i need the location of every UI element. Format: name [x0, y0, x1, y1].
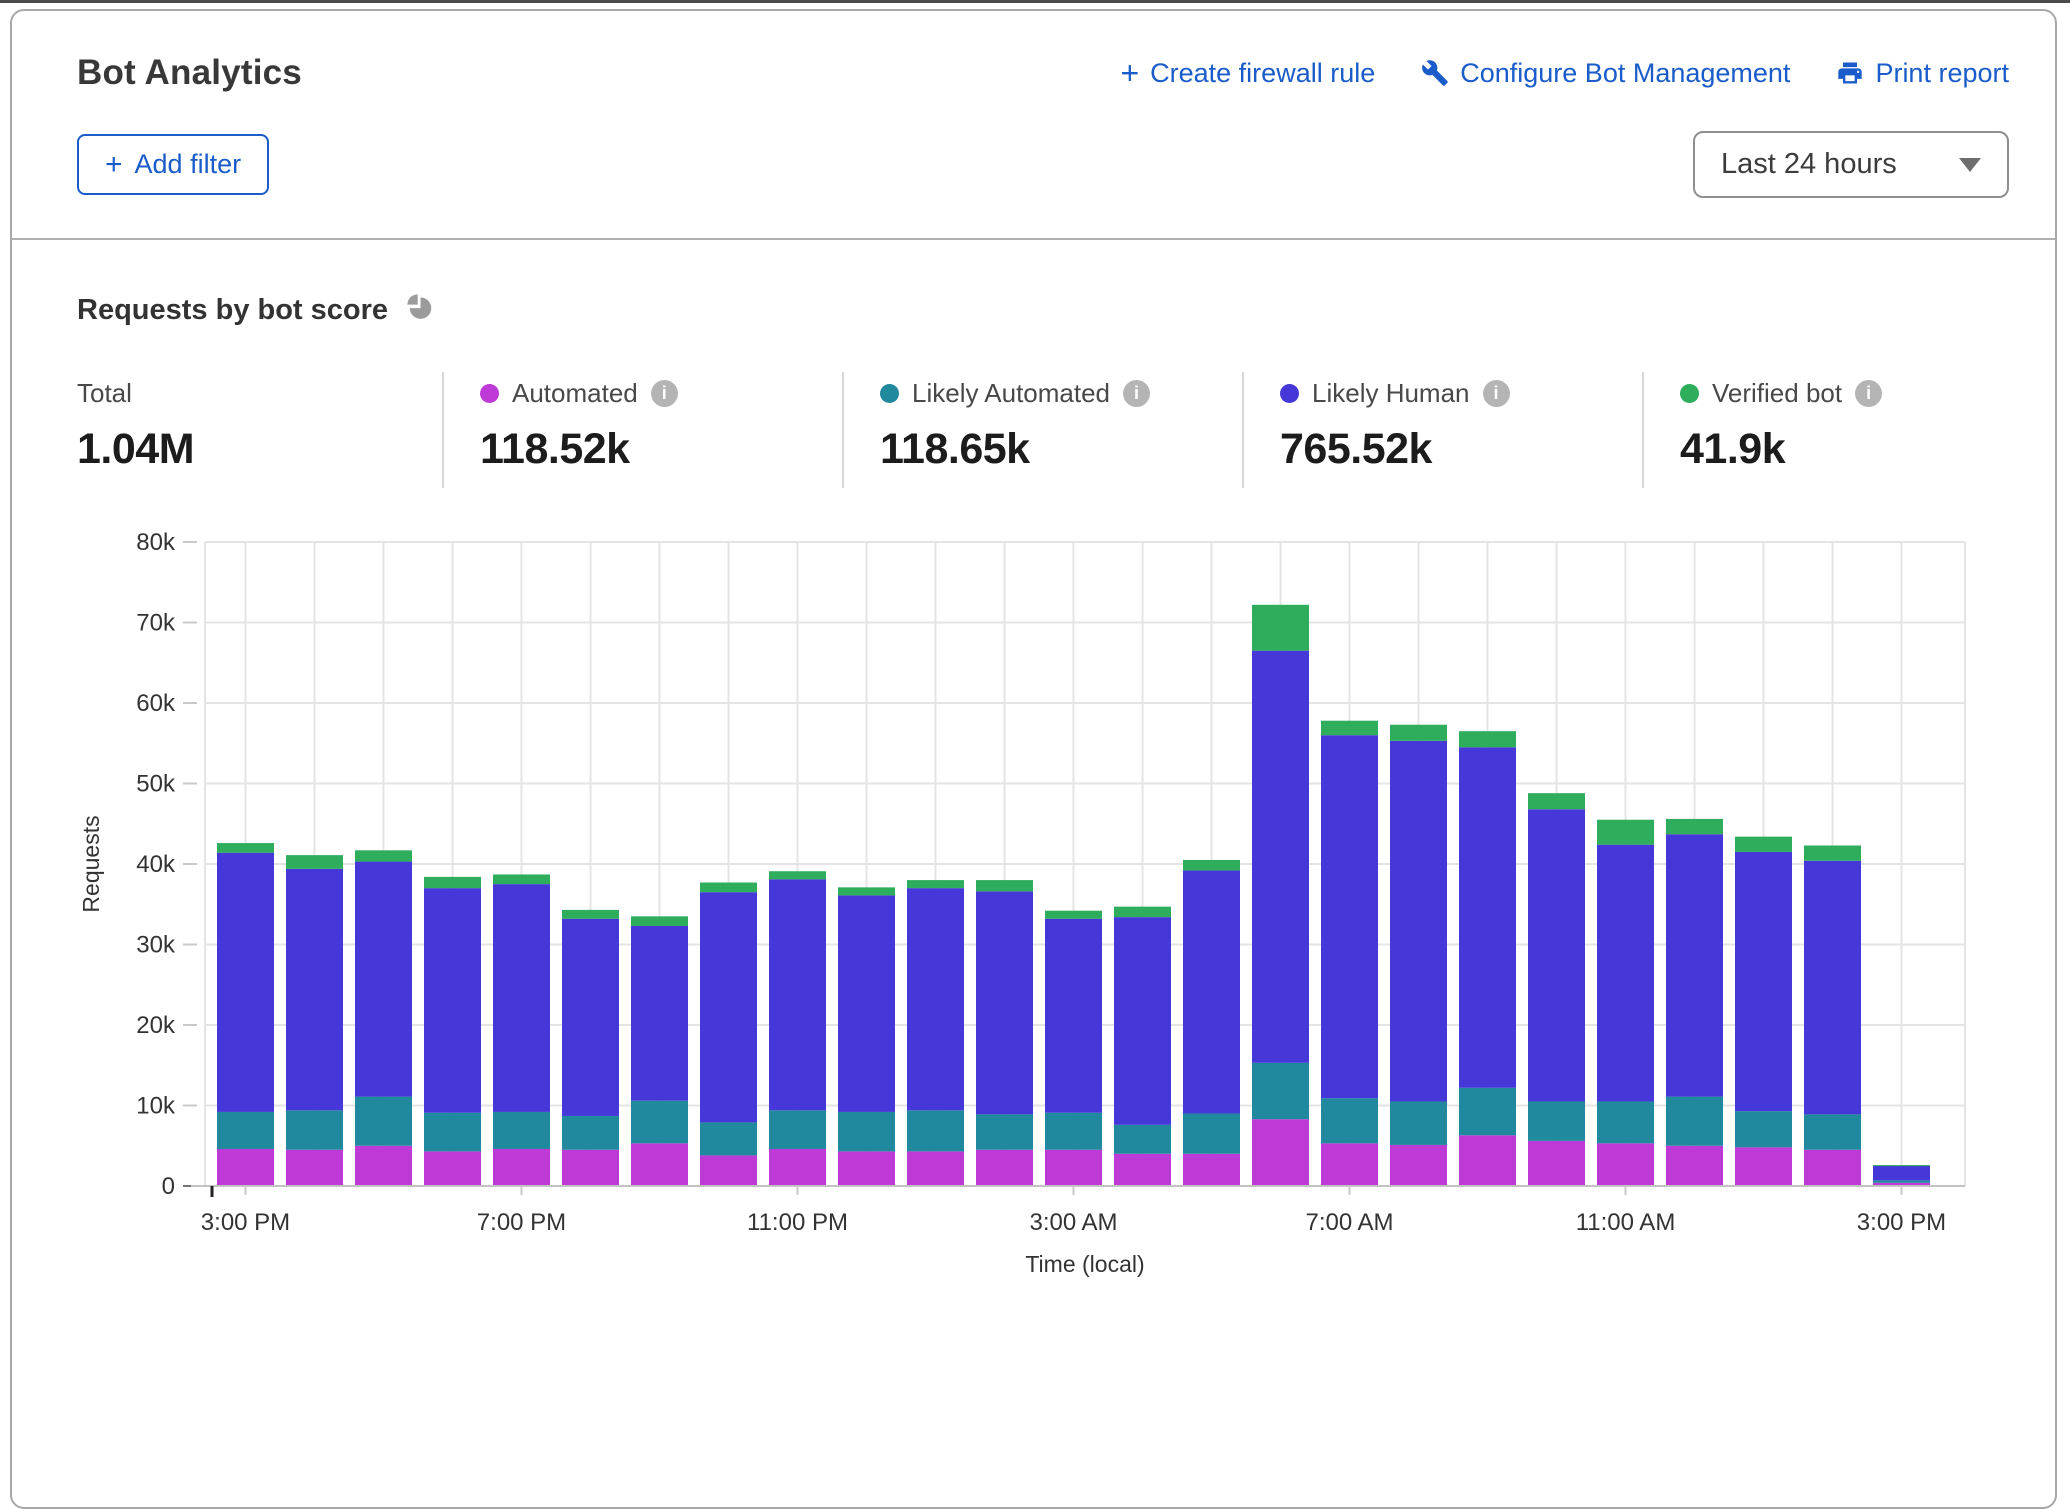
- verified-bot-legend-dot: [1680, 384, 1699, 403]
- configure-bot-management-link[interactable]: Configure Bot Management: [1421, 58, 1790, 89]
- section-title: Requests by bot score: [77, 294, 388, 327]
- stat-likely-automated-label: Likely Automated: [912, 378, 1110, 409]
- svg-text:3:00 PM: 3:00 PM: [1857, 1209, 1946, 1236]
- summary-stats: Total 1.04M Automated i 118.52k Likely A…: [77, 372, 2015, 488]
- svg-text:10k: 10k: [136, 1093, 176, 1120]
- svg-text:11:00 AM: 11:00 AM: [1576, 1209, 1676, 1236]
- add-filter-label: Add filter: [135, 149, 242, 180]
- svg-text:40k: 40k: [136, 851, 176, 878]
- svg-text:11:00 PM: 11:00 PM: [747, 1209, 848, 1236]
- info-icon[interactable]: i: [1123, 380, 1150, 407]
- svg-text:7:00 PM: 7:00 PM: [477, 1209, 566, 1236]
- svg-text:70k: 70k: [136, 610, 176, 637]
- stat-likely-human-value: 765.52k: [1280, 425, 1642, 474]
- bot-analytics-card: Bot Analytics + Create firewall rule Con…: [10, 9, 2057, 1509]
- add-filter-button[interactable]: + Add filter: [77, 134, 269, 195]
- svg-text:30k: 30k: [136, 932, 176, 959]
- wrench-icon: [1421, 59, 1449, 87]
- requests-by-bot-score-section: Requests by bot score Total 1.04M Automa…: [12, 240, 2055, 1287]
- chevron-down-icon: [1959, 158, 1981, 172]
- svg-text:Requests: Requests: [78, 815, 104, 912]
- plus-icon: +: [105, 150, 123, 180]
- stat-likely-human[interactable]: Likely Human i 765.52k: [1242, 372, 1642, 488]
- likely-automated-legend-dot: [880, 384, 899, 403]
- window-top-edge: [0, 0, 2070, 3]
- automated-legend-dot: [480, 384, 499, 403]
- svg-text:20k: 20k: [136, 1012, 176, 1039]
- info-icon[interactable]: i: [1483, 380, 1510, 407]
- stat-verified-bot[interactable]: Verified bot i 41.9k: [1642, 372, 2015, 488]
- svg-text:3:00 AM: 3:00 AM: [1029, 1209, 1117, 1236]
- card-header: Bot Analytics + Create firewall rule Con…: [12, 11, 2055, 198]
- create-firewall-rule-link[interactable]: + Create firewall rule: [1120, 57, 1375, 89]
- pie-chart-icon: [404, 292, 435, 328]
- stat-verified-bot-value: 41.9k: [1680, 425, 2015, 474]
- page-title: Bot Analytics: [77, 53, 302, 93]
- printer-icon: [1836, 59, 1864, 87]
- header-actions: + Create firewall rule Configure Bot Man…: [1120, 57, 2009, 89]
- svg-text:50k: 50k: [136, 771, 176, 798]
- info-icon[interactable]: i: [1855, 380, 1882, 407]
- svg-text:60k: 60k: [136, 690, 176, 717]
- svg-text:0: 0: [162, 1173, 175, 1200]
- svg-text:Time (local): Time (local): [1025, 1251, 1144, 1277]
- stat-likely-automated-value: 118.65k: [880, 425, 1242, 474]
- bar-chart[interactable]: 0 10k 20k 30k 40k 50k 60k 70k 80k 3:00 PM 7:00 PM 1…: [77, 526, 1990, 1282]
- time-range-dropdown[interactable]: Last 24 hours: [1693, 131, 2009, 198]
- stat-verified-bot-label: Verified bot: [1712, 378, 1842, 409]
- stat-likely-human-label: Likely Human: [1312, 378, 1470, 409]
- stat-total-value: 1.04M: [77, 425, 442, 474]
- stat-automated[interactable]: Automated i 118.52k: [442, 372, 842, 488]
- print-report-label: Print report: [1875, 58, 2009, 89]
- print-report-link[interactable]: Print report: [1836, 58, 2009, 89]
- info-icon[interactable]: i: [651, 380, 678, 407]
- stat-likely-automated[interactable]: Likely Automated i 118.65k: [842, 372, 1242, 488]
- svg-text:3:00 PM: 3:00 PM: [201, 1209, 290, 1236]
- time-range-value: Last 24 hours: [1721, 148, 1897, 181]
- configure-bot-management-label: Configure Bot Management: [1460, 58, 1790, 89]
- likely-human-legend-dot: [1280, 384, 1299, 403]
- stat-total-label: Total: [77, 378, 132, 409]
- create-firewall-rule-label: Create firewall rule: [1150, 58, 1375, 89]
- stat-total: Total 1.04M: [77, 372, 442, 488]
- svg-text:7:00 AM: 7:00 AM: [1305, 1209, 1393, 1236]
- stat-automated-label: Automated: [512, 378, 638, 409]
- requests-chart: 0 10k 20k 30k 40k 50k 60k 70k 80k 3:00 PM 7:00 PM 1…: [77, 526, 2015, 1287]
- svg-text:80k: 80k: [136, 529, 176, 556]
- plus-icon: +: [1120, 57, 1139, 89]
- stat-automated-value: 118.52k: [480, 425, 842, 474]
